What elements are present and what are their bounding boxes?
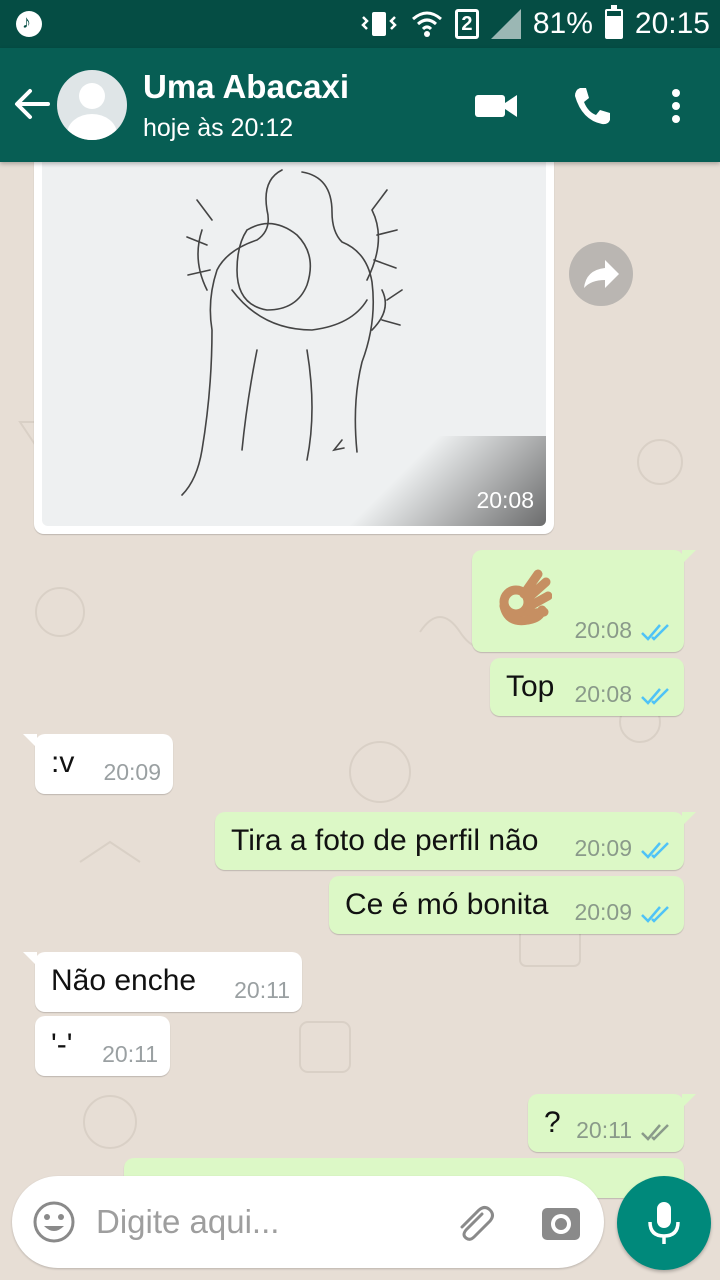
forward-icon <box>584 260 619 288</box>
message-list[interactable]: 20:08 👌 20:08 Top 20:08 :v 20:09 Tira a … <box>0 162 720 1280</box>
message-composer <box>12 1176 604 1268</box>
status-bar: 2 81% 20:15 <box>0 0 720 48</box>
message-text: Não enche <box>51 964 197 997</box>
message-text: Ce é mó bonita <box>345 888 549 921</box>
forward-button[interactable] <box>569 242 633 306</box>
message-text: ? <box>544 1106 561 1139</box>
read-receipt-icon <box>641 688 669 705</box>
microphone-icon <box>648 1202 680 1244</box>
message-time: 20:09 <box>574 835 632 861</box>
image-message[interactable]: 20:08 <box>34 162 554 534</box>
outgoing-message[interactable]: 👌 20:08 <box>472 550 696 652</box>
message-text: Tira a foto de perfil não <box>231 824 539 857</box>
camera-icon[interactable] <box>540 1202 582 1242</box>
voice-call-icon[interactable] <box>568 82 616 130</box>
message-time: 20:09 <box>574 899 632 925</box>
chat-header: Uma Abacaxi hoje às 20:12 <box>0 48 720 162</box>
battery-percent: 81% <box>532 7 593 40</box>
video-call-icon[interactable] <box>472 82 520 130</box>
message-time: 20:08 <box>476 487 534 513</box>
message-text: :v <box>51 746 75 779</box>
emoji-icon[interactable] <box>32 1200 76 1244</box>
attach-icon[interactable] <box>452 1200 496 1244</box>
incoming-message[interactable]: '-' 20:11 <box>35 1016 170 1076</box>
back-arrow-icon[interactable] <box>12 84 52 124</box>
clock: 20:15 <box>634 7 710 40</box>
last-seen: hoje às 20:12 <box>143 114 294 142</box>
contact-name[interactable]: Uma Abacaxi <box>143 68 349 106</box>
message-time: 20:11 <box>102 1041 158 1067</box>
outgoing-message[interactable]: ? 20:11 <box>528 1094 696 1152</box>
message-time: 20:08 <box>574 617 632 643</box>
sim-indicator: 2 <box>454 9 479 39</box>
status-icons: 2 81% 20:15 <box>359 5 710 42</box>
shared-image[interactable]: 20:08 <box>42 162 546 526</box>
outgoing-message[interactable]: Ce é mó bonita 20:09 <box>329 876 684 934</box>
read-receipt-icon <box>641 624 669 641</box>
incoming-message[interactable]: Não enche 20:11 <box>23 952 302 1012</box>
battery-icon <box>604 5 623 39</box>
signal-icon <box>490 9 521 39</box>
message-input[interactable] <box>96 1196 426 1248</box>
incoming-message[interactable]: :v 20:09 <box>23 734 173 794</box>
vibrate-icon <box>361 12 397 36</box>
message-time: 20:09 <box>103 759 161 785</box>
message-time: 20:11 <box>234 977 290 1003</box>
ok-hand-emoji-icon <box>499 569 552 626</box>
message-text: '-' <box>51 1028 73 1061</box>
delivered-receipt-icon <box>641 1124 669 1141</box>
voice-record-button[interactable] <box>617 1176 711 1270</box>
message-time: 20:11 <box>576 1117 632 1143</box>
read-receipt-icon <box>641 842 669 859</box>
read-receipt-icon <box>641 906 669 923</box>
outgoing-message[interactable]: Tira a foto de perfil não 20:09 <box>215 812 696 870</box>
wifi-icon <box>411 11 442 37</box>
more-options-icon[interactable] <box>652 82 700 130</box>
message-text: Top <box>506 670 555 703</box>
message-time: 20:08 <box>574 681 632 707</box>
music-notification-icon <box>16 11 42 37</box>
contact-avatar[interactable] <box>57 70 127 140</box>
outgoing-message[interactable]: Top 20:08 <box>490 658 684 716</box>
